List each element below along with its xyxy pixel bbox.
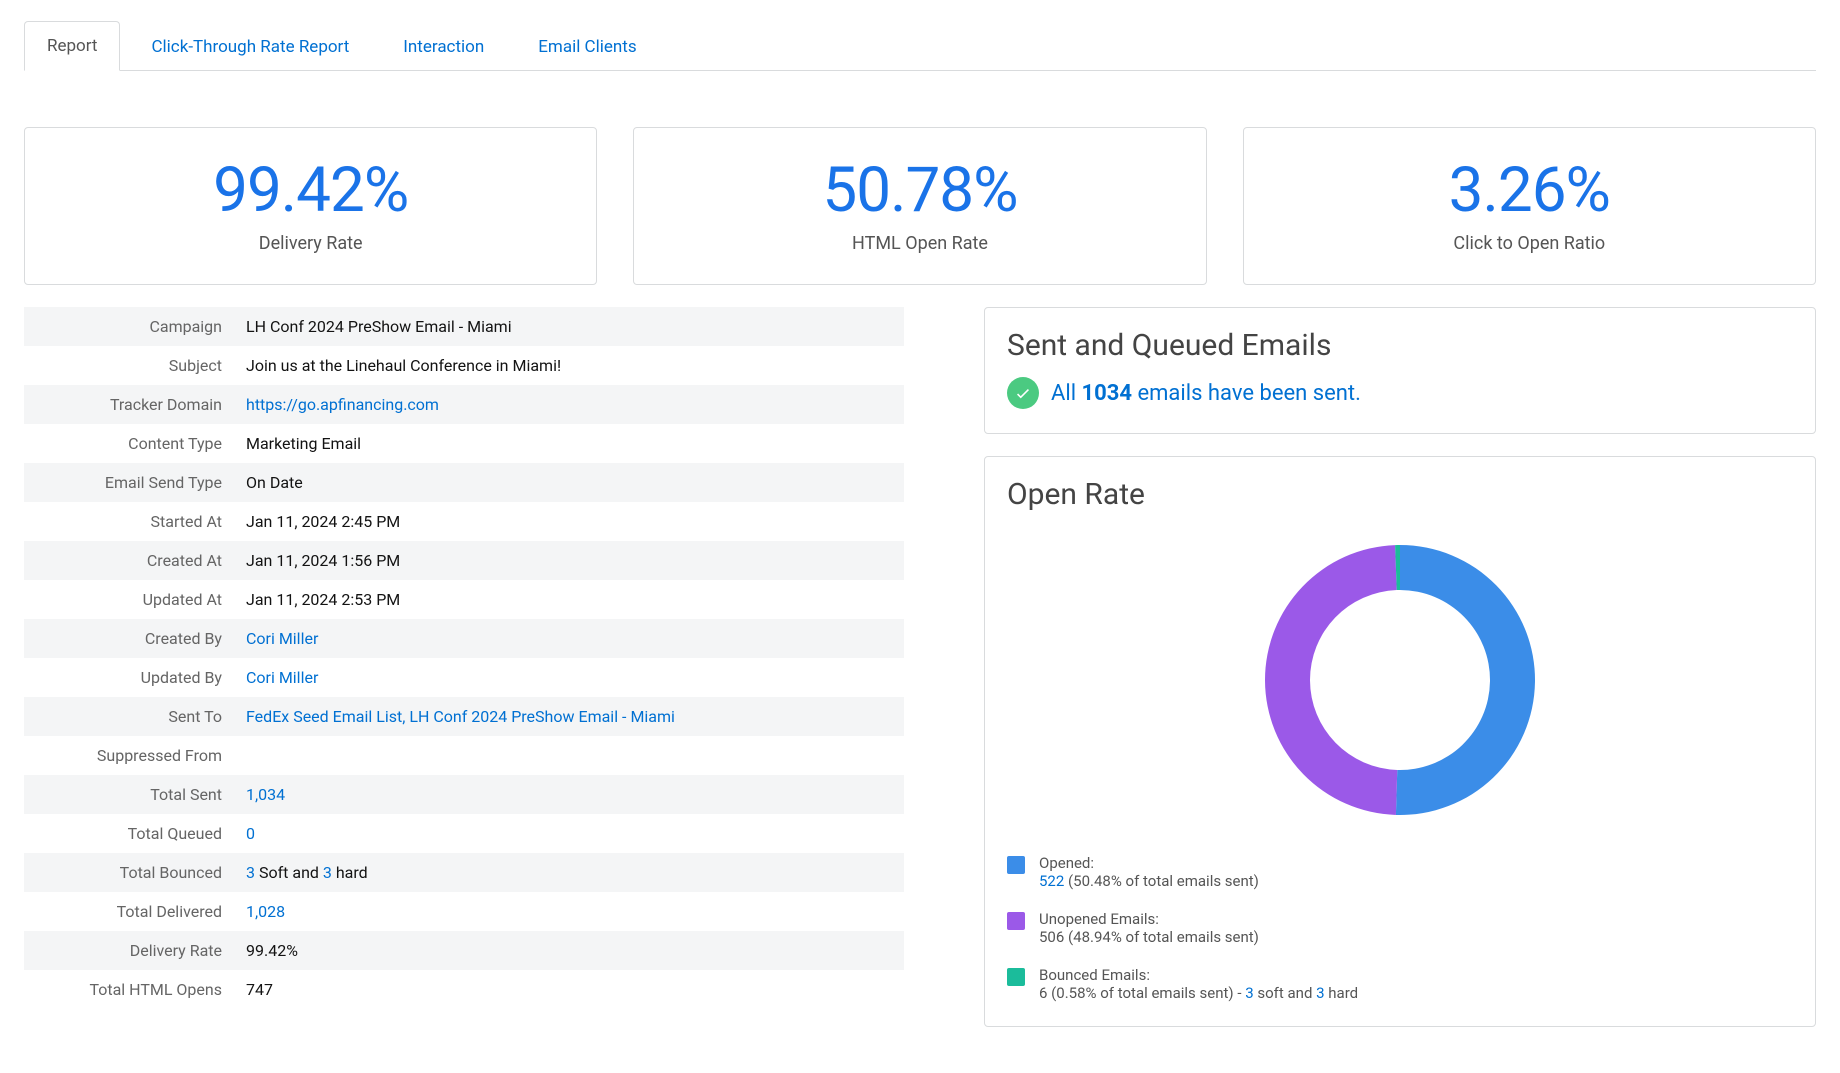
campaign-details-table: Campaign LH Conf 2024 PreShow Email - Mi… xyxy=(24,307,904,1009)
metric-value: 3.26% xyxy=(1264,154,1795,227)
metric-delivery-rate: 99.42% Delivery Rate xyxy=(24,127,597,285)
metric-label: Click to Open Ratio xyxy=(1264,233,1795,254)
panel-title: Sent and Queued Emails xyxy=(1007,328,1793,363)
table-row: Total Queued 0 xyxy=(24,814,904,853)
tab-email-clients[interactable]: Email Clients xyxy=(515,22,659,71)
row-value: 747 xyxy=(234,970,904,1009)
table-row: Updated By Cori Miller xyxy=(24,658,904,697)
table-row: Suppressed From xyxy=(24,736,904,775)
updated-by-link[interactable]: Cori Miller xyxy=(246,668,318,687)
row-label: Created By xyxy=(24,619,234,658)
created-by-link[interactable]: Cori Miller xyxy=(246,629,318,648)
open-rate-donut-chart xyxy=(1007,530,1793,830)
legend-bounced: Bounced Emails: 6 (0.58% of total emails… xyxy=(1007,966,1793,1002)
panel-title: Open Rate xyxy=(1007,477,1793,512)
metric-cards: 99.42% Delivery Rate 50.78% HTML Open Ra… xyxy=(24,127,1816,285)
bounced-hard-link[interactable]: 3 xyxy=(323,863,332,882)
table-row: Content Type Marketing Email xyxy=(24,424,904,463)
table-row: Email Send Type On Date xyxy=(24,463,904,502)
table-row: Updated At Jan 11, 2024 2:53 PM xyxy=(24,580,904,619)
legend-unopened: Unopened Emails: 506 (48.94% of total em… xyxy=(1007,910,1793,946)
row-value: Jan 11, 2024 2:53 PM xyxy=(234,580,904,619)
row-label: Tracker Domain xyxy=(24,385,234,424)
tab-report[interactable]: Report xyxy=(24,21,120,71)
table-row: Total Sent 1,034 xyxy=(24,775,904,814)
report-tabs: Report Click-Through Rate Report Interac… xyxy=(24,0,1816,71)
table-row: Created At Jan 11, 2024 1:56 PM xyxy=(24,541,904,580)
tracker-domain-link[interactable]: https://go.apfinancing.com xyxy=(246,395,439,414)
table-row: Started At Jan 11, 2024 2:45 PM xyxy=(24,502,904,541)
check-icon xyxy=(1007,377,1039,409)
table-row: Tracker Domain https://go.apfinancing.co… xyxy=(24,385,904,424)
row-label: Total Sent xyxy=(24,775,234,814)
legend-count: 506 xyxy=(1039,928,1064,946)
open-rate-panel: Open Rate Opened: 522 (50.48% of total e… xyxy=(984,456,1816,1027)
row-label: Subject xyxy=(24,346,234,385)
table-row: Total Bounced 3 Soft and 3 hard xyxy=(24,853,904,892)
table-row: Total Delivered 1,028 xyxy=(24,892,904,931)
row-label: Total Bounced xyxy=(24,853,234,892)
table-row: Sent To FedEx Seed Email List, LH Conf 2… xyxy=(24,697,904,736)
legend-opened: Opened: 522 (50.48% of total emails sent… xyxy=(1007,854,1793,890)
row-value: LH Conf 2024 PreShow Email - Miami xyxy=(234,307,904,346)
sent-status: All 1034 emails have been sent. xyxy=(1007,377,1793,409)
metric-value: 50.78% xyxy=(654,154,1185,227)
row-value: On Date xyxy=(234,463,904,502)
row-label: Email Send Type xyxy=(24,463,234,502)
row-label: Started At xyxy=(24,502,234,541)
legend-swatch xyxy=(1007,968,1025,986)
bounced-hard[interactable]: 3 xyxy=(1316,984,1324,1002)
row-label: Suppressed From xyxy=(24,736,234,775)
sent-queued-panel: Sent and Queued Emails All 1034 emails h… xyxy=(984,307,1816,434)
row-label: Total HTML Opens xyxy=(24,970,234,1009)
sent-count: 1034 xyxy=(1082,381,1133,406)
donut-legend: Opened: 522 (50.48% of total emails sent… xyxy=(1007,854,1793,1002)
metric-label: Delivery Rate xyxy=(45,233,576,254)
row-label: Total Delivered xyxy=(24,892,234,931)
row-label: Sent To xyxy=(24,697,234,736)
row-label: Updated By xyxy=(24,658,234,697)
row-label: Delivery Rate xyxy=(24,931,234,970)
total-queued-link[interactable]: 0 xyxy=(246,824,255,843)
row-label: Campaign xyxy=(24,307,234,346)
row-label: Created At xyxy=(24,541,234,580)
legend-swatch xyxy=(1007,856,1025,874)
table-row: Subject Join us at the Linehaul Conferen… xyxy=(24,346,904,385)
metric-html-open-rate: 50.78% HTML Open Rate xyxy=(633,127,1206,285)
table-row: Campaign LH Conf 2024 PreShow Email - Mi… xyxy=(24,307,904,346)
metric-click-to-open: 3.26% Click to Open Ratio xyxy=(1243,127,1816,285)
metric-label: HTML Open Rate xyxy=(654,233,1185,254)
bounced-soft-link[interactable]: 3 xyxy=(246,863,255,882)
metric-value: 99.42% xyxy=(45,154,576,227)
legend-count[interactable]: 522 xyxy=(1039,872,1064,890)
total-delivered-link[interactable]: 1,028 xyxy=(246,902,285,921)
row-label: Total Queued xyxy=(24,814,234,853)
row-value: 3 Soft and 3 hard xyxy=(234,853,904,892)
row-value: Jan 11, 2024 1:56 PM xyxy=(234,541,904,580)
bounced-soft[interactable]: 3 xyxy=(1245,984,1253,1002)
row-value: Join us at the Linehaul Conference in Mi… xyxy=(234,346,904,385)
table-row: Delivery Rate 99.42% xyxy=(24,931,904,970)
table-row: Total HTML Opens 747 xyxy=(24,970,904,1009)
sent-to-link[interactable]: FedEx Seed Email List, LH Conf 2024 PreS… xyxy=(246,707,675,726)
row-label: Updated At xyxy=(24,580,234,619)
row-value: Jan 11, 2024 2:45 PM xyxy=(234,502,904,541)
legend-swatch xyxy=(1007,912,1025,930)
table-row: Created By Cori Miller xyxy=(24,619,904,658)
tab-interaction[interactable]: Interaction xyxy=(380,22,507,71)
row-value xyxy=(234,736,904,775)
row-value: Marketing Email xyxy=(234,424,904,463)
row-value: 99.42% xyxy=(234,931,904,970)
total-sent-link[interactable]: 1,034 xyxy=(246,785,285,804)
row-label: Content Type xyxy=(24,424,234,463)
tab-click-through[interactable]: Click-Through Rate Report xyxy=(128,22,372,71)
